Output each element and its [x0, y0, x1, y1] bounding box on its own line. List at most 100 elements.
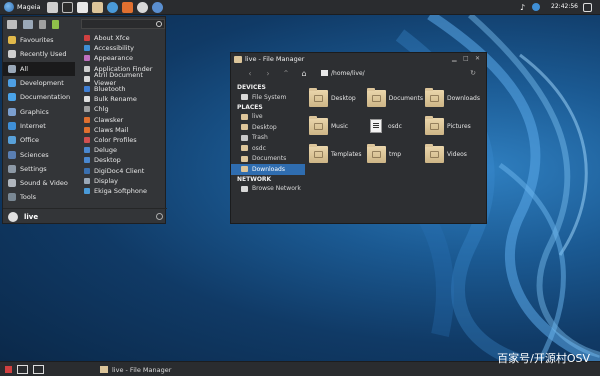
- folder-icon: [309, 87, 328, 107]
- folder-item[interactable]: Downloads: [425, 87, 481, 109]
- menu-app-item[interactable]: Clawsker: [81, 115, 167, 125]
- folder-icon: [425, 115, 444, 135]
- back-icon[interactable]: ‹: [241, 69, 259, 78]
- menu-category[interactable]: Internet: [3, 119, 75, 133]
- sidebar-item-label: Trash: [252, 134, 268, 142]
- menu-category[interactable]: All: [3, 61, 75, 76]
- sidebar-item[interactable]: osdc: [231, 143, 305, 154]
- menu-app-item[interactable]: Appearance: [81, 53, 167, 63]
- menu-app-item[interactable]: Color Profiles: [81, 135, 167, 145]
- sidebar-item[interactable]: Desktop: [231, 122, 305, 133]
- files-icon[interactable]: [91, 1, 103, 13]
- menu-category[interactable]: Settings: [3, 162, 75, 176]
- folder-item[interactable]: Desktop: [309, 87, 365, 109]
- sidebar-item[interactable]: Documents: [231, 154, 305, 165]
- folder-icon: [241, 145, 248, 152]
- maximize-icon[interactable]: □: [463, 56, 469, 62]
- close-icon[interactable]: ✕: [475, 56, 481, 62]
- menu-app-label: Deluge: [94, 146, 118, 155]
- show-desktop-icon[interactable]: [5, 365, 12, 373]
- up-icon[interactable]: ⌃: [277, 69, 295, 78]
- sidebar-item-label: live: [252, 113, 263, 121]
- app-icon: [84, 35, 90, 42]
- menu-category[interactable]: Development: [3, 76, 75, 90]
- folder-item[interactable]: Videos: [425, 143, 481, 165]
- location-bar[interactable]: /home/live/: [321, 70, 365, 77]
- monitor-icon[interactable]: [23, 19, 33, 29]
- folder-emblem: [430, 94, 439, 102]
- minimize-icon[interactable]: ▁: [452, 56, 458, 62]
- file-name: Videos: [447, 150, 467, 158]
- people-icon[interactable]: [39, 19, 46, 29]
- app-icon: [84, 116, 90, 123]
- folder-item[interactable]: Pictures: [425, 115, 481, 137]
- text-editor-icon[interactable]: [76, 1, 88, 13]
- menu-category[interactable]: Graphics: [3, 104, 75, 118]
- keyboard-icon[interactable]: [7, 19, 17, 29]
- file-name: Templates: [331, 150, 362, 158]
- menu-app-item[interactable]: Ekiga Softphone: [81, 186, 167, 196]
- taskbar-item-file-manager[interactable]: live - File Manager: [100, 364, 171, 375]
- menu-app-label: Accessibility: [94, 44, 134, 53]
- sidebar-item[interactable]: Browse Network: [231, 184, 305, 195]
- desktop-icon[interactable]: [46, 1, 58, 13]
- menu-app-item[interactable]: Bulk Rename: [81, 94, 167, 104]
- refresh-icon[interactable]: ↻: [464, 69, 482, 77]
- folder-item[interactable]: Music: [309, 115, 365, 137]
- app-icon: [84, 126, 90, 133]
- menu-settings-icon[interactable]: [156, 213, 163, 220]
- menu-app-label: Display: [94, 176, 118, 185]
- clock[interactable]: 22:42:56: [551, 3, 578, 10]
- applications-menu-button[interactable]: Mageia: [0, 0, 45, 15]
- menu-app-item[interactable]: Claws Mail: [81, 125, 167, 135]
- window-titlebar[interactable]: live - File Manager ▁ □ ✕: [231, 53, 486, 65]
- menu-category[interactable]: Tools: [3, 190, 75, 204]
- menu-category-label: Development: [20, 79, 64, 88]
- sidebar-item[interactable]: Downloads: [231, 164, 305, 175]
- menu-app-item[interactable]: About Xfce: [81, 33, 167, 43]
- menu-category[interactable]: Favourites: [3, 33, 75, 47]
- sidebar-item-label: Desktop: [252, 123, 277, 131]
- file-item[interactable]: osdc: [367, 115, 423, 137]
- menu-app-label: Bulk Rename: [94, 95, 137, 104]
- menu-category[interactable]: Documentation: [3, 90, 75, 104]
- menu-category[interactable]: Office: [3, 133, 75, 147]
- workspace-2[interactable]: [33, 364, 44, 374]
- terminal-icon[interactable]: [61, 1, 73, 13]
- power-icon[interactable]: [583, 3, 592, 12]
- menu-app-item[interactable]: Accessibility: [81, 43, 167, 53]
- folder-item[interactable]: tmp: [367, 143, 423, 165]
- volume-icon[interactable]: ♪: [520, 3, 530, 12]
- menu-search-input[interactable]: [81, 19, 165, 29]
- network-icon: [241, 185, 248, 192]
- settings-icon[interactable]: [151, 1, 163, 13]
- menu-app-item[interactable]: Desktop: [81, 155, 167, 165]
- workspace-1[interactable]: [17, 364, 28, 374]
- mail-icon[interactable]: [121, 1, 133, 13]
- folder-item[interactable]: Templates: [309, 143, 365, 165]
- menu-category[interactable]: Sound & Video: [3, 176, 75, 190]
- web-browser-icon[interactable]: [106, 1, 118, 13]
- menu-app-item[interactable]: Chlg: [81, 104, 167, 114]
- menu-category[interactable]: Recently Used: [3, 47, 75, 61]
- firefox-icon[interactable]: [136, 1, 148, 13]
- multimedia-icon: [8, 179, 16, 188]
- home-icon[interactable]: ⌂: [295, 69, 313, 78]
- sidebar-item-label: Downloads: [252, 165, 285, 173]
- sidebar-item[interactable]: Trash: [231, 133, 305, 144]
- menu-app-item[interactable]: Atril Document Viewer: [81, 71, 167, 87]
- package-icon[interactable]: [52, 19, 59, 29]
- sidebar-item[interactable]: live: [231, 112, 305, 123]
- menu-app-item[interactable]: DigiDoc4 Client: [81, 165, 167, 175]
- folder-emblem: [372, 150, 381, 158]
- menu-app-label: Clawsker: [94, 115, 124, 124]
- network-status-icon[interactable]: [532, 3, 540, 11]
- menu-app-item[interactable]: Deluge: [81, 145, 167, 155]
- forward-icon[interactable]: ›: [259, 69, 277, 78]
- app-icon: [84, 86, 90, 93]
- menu-app-item[interactable]: Display: [81, 176, 167, 186]
- document-icon: [370, 119, 382, 133]
- menu-category[interactable]: Sciences: [3, 147, 75, 161]
- sidebar-item[interactable]: File System: [231, 92, 305, 103]
- folder-item[interactable]: Documents: [367, 87, 423, 109]
